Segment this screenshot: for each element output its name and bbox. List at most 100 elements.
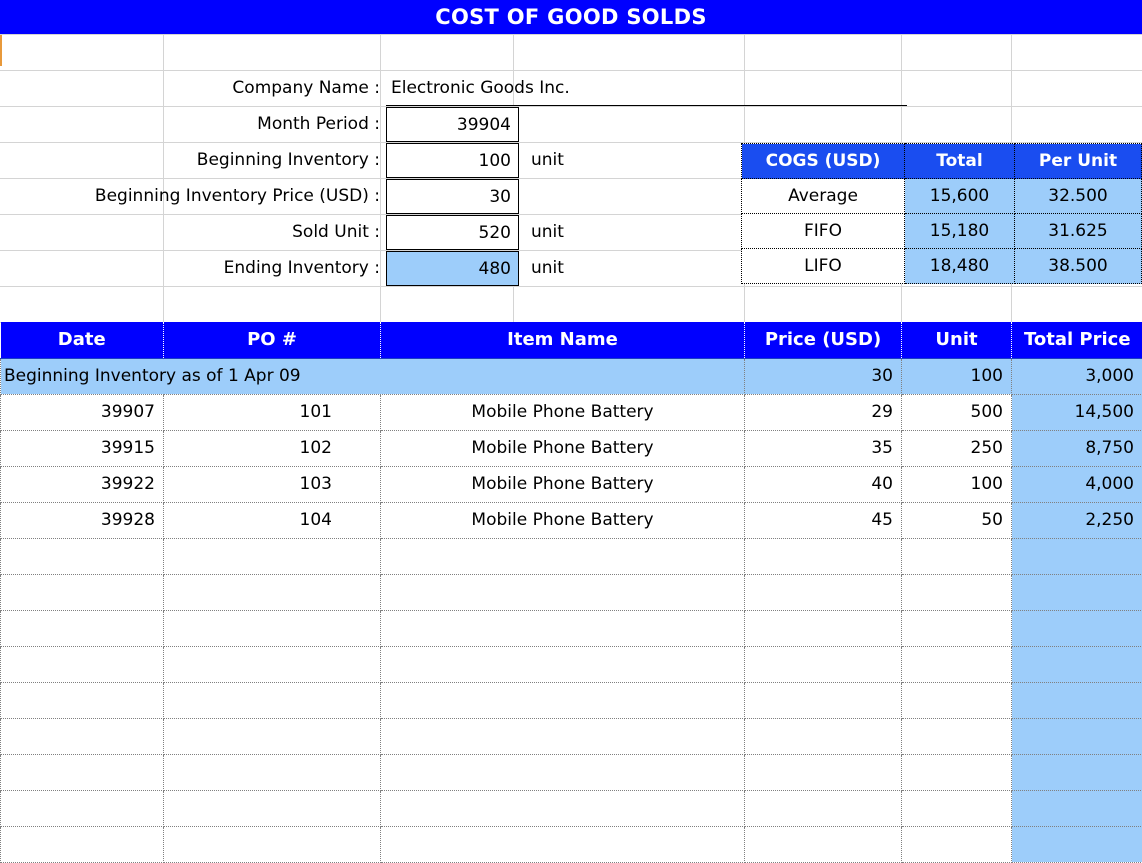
column-header-date[interactable]: Date bbox=[1, 322, 164, 358]
cell-empty[interactable] bbox=[1012, 718, 1142, 754]
cell-empty[interactable] bbox=[381, 610, 745, 646]
column-header-item-name[interactable]: Item Name bbox=[381, 322, 745, 358]
cell-empty[interactable] bbox=[1012, 538, 1142, 574]
cogs-method[interactable]: LIFO bbox=[742, 249, 905, 284]
cell-unit[interactable]: 50 bbox=[902, 502, 1012, 538]
cell-empty[interactable] bbox=[381, 574, 745, 610]
cell-item-name[interactable]: Mobile Phone Battery bbox=[381, 394, 745, 430]
cell-po[interactable]: 103 bbox=[164, 466, 381, 502]
value-beginning-inventory-price[interactable]: 30 bbox=[386, 179, 519, 214]
cell-po[interactable]: 102 bbox=[164, 430, 381, 466]
cell-unit[interactable]: 100 bbox=[902, 466, 1012, 502]
cell-empty[interactable] bbox=[902, 610, 1012, 646]
value-company-name[interactable]: Electronic Goods Inc. bbox=[386, 71, 907, 106]
cell-empty[interactable] bbox=[1, 538, 164, 574]
cell-empty[interactable] bbox=[1012, 826, 1142, 862]
cell-empty[interactable] bbox=[1, 646, 164, 682]
cell-empty[interactable] bbox=[745, 646, 902, 682]
cell-empty[interactable] bbox=[902, 538, 1012, 574]
column-header-po[interactable]: PO # bbox=[164, 322, 381, 358]
cell-empty[interactable] bbox=[164, 646, 381, 682]
cogs-total[interactable]: 15,180 bbox=[905, 214, 1015, 249]
cell-empty[interactable] bbox=[1012, 790, 1142, 826]
cell-empty[interactable] bbox=[1, 826, 164, 862]
cogs-per-unit[interactable]: 31.625 bbox=[1015, 214, 1142, 249]
cell-empty[interactable] bbox=[1012, 610, 1142, 646]
cell-price[interactable]: 29 bbox=[745, 394, 902, 430]
cell-empty[interactable] bbox=[1, 718, 164, 754]
cell-empty[interactable] bbox=[745, 718, 902, 754]
cell-empty[interactable] bbox=[902, 682, 1012, 718]
cell-price[interactable]: 40 bbox=[745, 466, 902, 502]
cell-empty[interactable] bbox=[1012, 682, 1142, 718]
value-month-period[interactable]: 39904 bbox=[386, 107, 519, 142]
cell-item-name[interactable]: Mobile Phone Battery bbox=[381, 502, 745, 538]
cell-date[interactable]: 39928 bbox=[1, 502, 164, 538]
beginning-inventory-price[interactable]: 30 bbox=[745, 358, 902, 394]
cell-empty[interactable] bbox=[164, 790, 381, 826]
beginning-inventory-total[interactable]: 3,000 bbox=[1012, 358, 1142, 394]
cell-empty[interactable] bbox=[381, 754, 745, 790]
value-sold-unit[interactable]: 520 bbox=[386, 215, 519, 250]
cell-empty[interactable] bbox=[745, 826, 902, 862]
cell-empty[interactable] bbox=[381, 682, 745, 718]
cell-empty[interactable] bbox=[1012, 646, 1142, 682]
column-header-total-price[interactable]: Total Price bbox=[1012, 322, 1142, 358]
cell-empty[interactable] bbox=[164, 718, 381, 754]
cell-unit[interactable]: 250 bbox=[902, 430, 1012, 466]
cell-empty[interactable] bbox=[164, 826, 381, 862]
cell-empty[interactable] bbox=[1, 790, 164, 826]
cogs-total[interactable]: 18,480 bbox=[905, 249, 1015, 284]
cell-total-price[interactable]: 4,000 bbox=[1012, 466, 1142, 502]
cell-empty[interactable] bbox=[902, 790, 1012, 826]
cell-item-name[interactable]: Mobile Phone Battery bbox=[381, 430, 745, 466]
cogs-per-unit[interactable]: 38.500 bbox=[1015, 249, 1142, 284]
column-header-price[interactable]: Price (USD) bbox=[745, 322, 902, 358]
cell-empty[interactable] bbox=[745, 538, 902, 574]
cell-empty[interactable] bbox=[381, 538, 745, 574]
cell-empty[interactable] bbox=[902, 718, 1012, 754]
cell-empty[interactable] bbox=[164, 574, 381, 610]
cell-empty[interactable] bbox=[1, 610, 164, 646]
cogs-per-unit[interactable]: 32.500 bbox=[1015, 179, 1142, 214]
cell-empty[interactable] bbox=[902, 754, 1012, 790]
cell-empty[interactable] bbox=[745, 754, 902, 790]
cogs-method[interactable]: FIFO bbox=[742, 214, 905, 249]
cell-price[interactable]: 45 bbox=[745, 502, 902, 538]
cell-empty[interactable] bbox=[745, 790, 902, 826]
cogs-total[interactable]: 15,600 bbox=[905, 179, 1015, 214]
column-header-unit[interactable]: Unit bbox=[902, 322, 1012, 358]
cell-empty[interactable] bbox=[1, 754, 164, 790]
cell-empty[interactable] bbox=[164, 754, 381, 790]
cell-empty[interactable] bbox=[1012, 754, 1142, 790]
cell-empty[interactable] bbox=[902, 646, 1012, 682]
cell-po[interactable]: 104 bbox=[164, 502, 381, 538]
cell-item-name[interactable]: Mobile Phone Battery bbox=[381, 466, 745, 502]
cell-empty[interactable] bbox=[745, 610, 902, 646]
cell-total-price[interactable]: 2,250 bbox=[1012, 502, 1142, 538]
cell-empty[interactable] bbox=[164, 682, 381, 718]
cell-empty[interactable] bbox=[1, 574, 164, 610]
cell-empty[interactable] bbox=[745, 682, 902, 718]
cell-price[interactable]: 35 bbox=[745, 430, 902, 466]
cell-empty[interactable] bbox=[1012, 574, 1142, 610]
cell-empty[interactable] bbox=[902, 574, 1012, 610]
cell-empty[interactable] bbox=[164, 610, 381, 646]
cell-empty[interactable] bbox=[745, 574, 902, 610]
cell-total-price[interactable]: 8,750 bbox=[1012, 430, 1142, 466]
cell-empty[interactable] bbox=[381, 790, 745, 826]
cell-empty[interactable] bbox=[902, 826, 1012, 862]
cell-empty[interactable] bbox=[381, 718, 745, 754]
cell-date[interactable]: 39907 bbox=[1, 394, 164, 430]
cell-empty[interactable] bbox=[381, 646, 745, 682]
cell-empty[interactable] bbox=[164, 538, 381, 574]
value-ending-inventory[interactable]: 480 bbox=[386, 251, 519, 286]
cell-po[interactable]: 101 bbox=[164, 394, 381, 430]
cell-unit[interactable]: 500 bbox=[902, 394, 1012, 430]
cell-date[interactable]: 39915 bbox=[1, 430, 164, 466]
cell-total-price[interactable]: 14,500 bbox=[1012, 394, 1142, 430]
cell-empty[interactable] bbox=[1, 682, 164, 718]
cell-empty[interactable] bbox=[381, 826, 745, 862]
value-beginning-inventory[interactable]: 100 bbox=[386, 143, 519, 178]
cell-date[interactable]: 39922 bbox=[1, 466, 164, 502]
